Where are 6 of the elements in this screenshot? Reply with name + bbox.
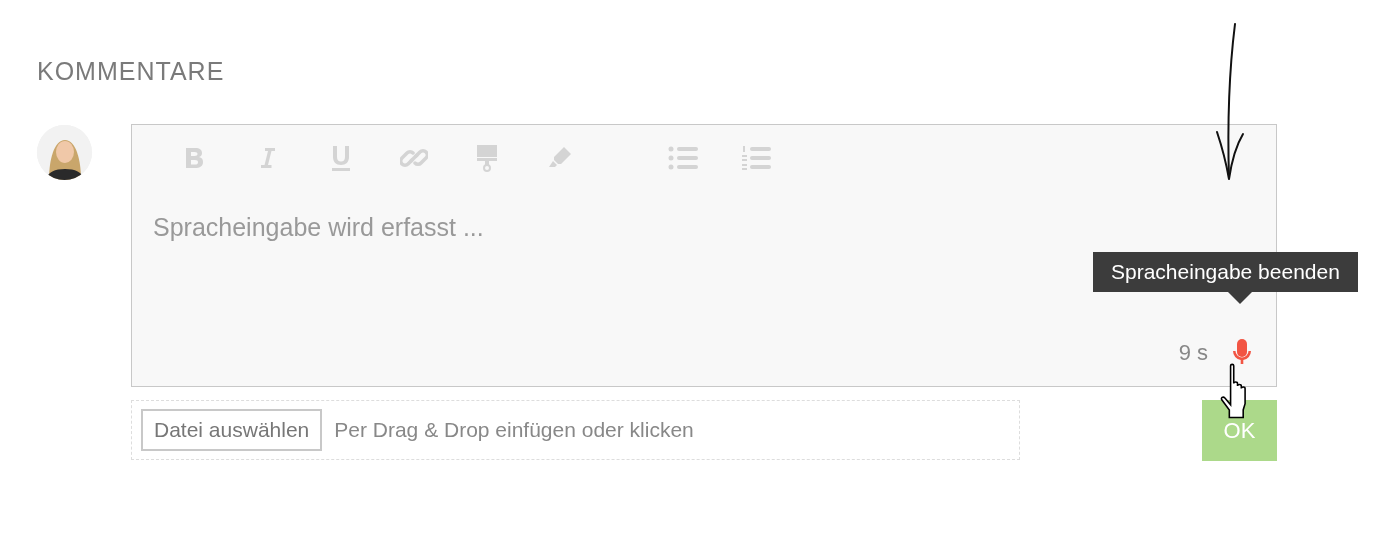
choose-file-button[interactable]: Datei auswählen (141, 409, 323, 451)
drop-hint: Per Drag & Drop einfügen oder klicken (334, 418, 694, 442)
recording-timer: 9 s (1178, 340, 1208, 366)
tooltip-pointer-icon (1228, 292, 1252, 305)
file-drop-zone[interactable]: Datei auswählen Per Drag & Drop einfügen oder klicken (131, 400, 1020, 460)
section-title: KOMMENTARE (37, 57, 225, 86)
